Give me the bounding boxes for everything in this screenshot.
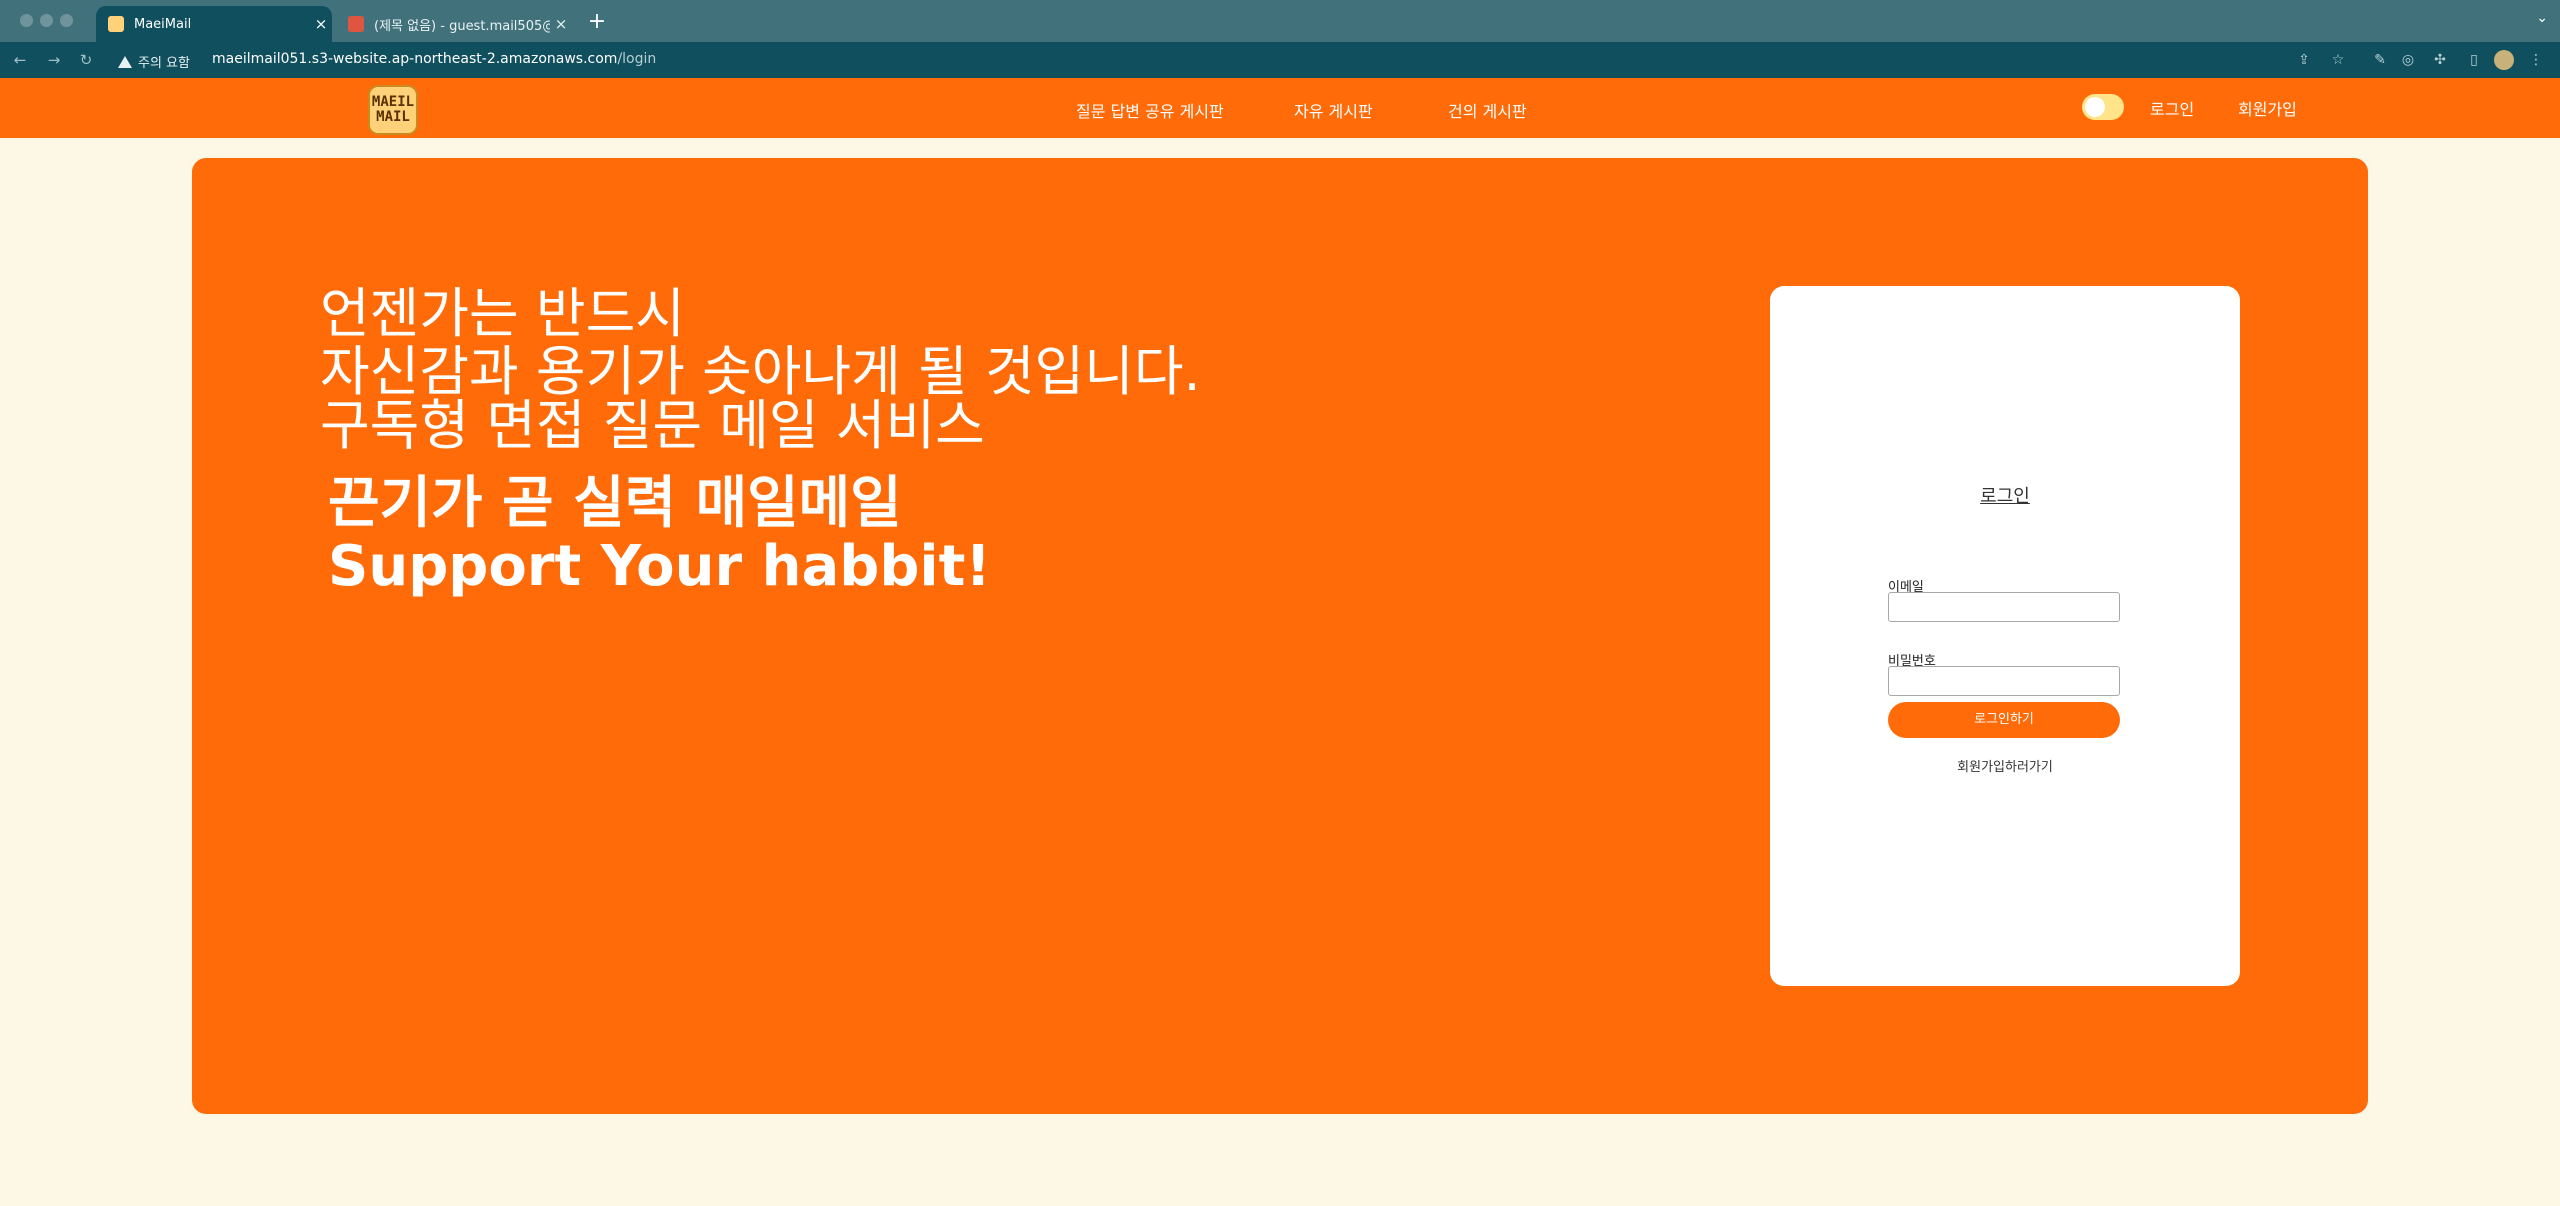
browser-menu-icon[interactable]: ⋮ <box>2526 50 2546 70</box>
site-security-indicator[interactable]: 주의 요함 <box>118 52 190 71</box>
hero-line-3: 구독형 면접 질문 메일 서비스 <box>320 394 985 457</box>
warning-icon <box>118 55 132 68</box>
reload-icon[interactable]: ↻ <box>76 50 96 70</box>
email-field[interactable] <box>1888 592 2120 622</box>
login-submit-button[interactable]: 로그인하기 <box>1888 702 2120 738</box>
bookmark-star-icon[interactable]: ☆ <box>2328 50 2348 70</box>
close-tab-icon[interactable]: × <box>550 15 572 33</box>
close-tab-icon[interactable]: × <box>310 15 332 33</box>
nav-free-board[interactable]: 자유 게시판 <box>1294 98 1373 122</box>
header-signup-link[interactable]: 회원가입 <box>2238 96 2297 120</box>
hero-line-2: 자신감과 용기가 솟아나게 될 것입니다. <box>320 340 1201 403</box>
maeilmail-favicon-icon <box>108 16 124 32</box>
back-arrow-icon[interactable]: ← <box>10 50 30 70</box>
logo-text-top: MAEIL <box>371 94 415 110</box>
hero-line-1: 언젠가는 반드시 <box>320 282 685 345</box>
gmail-favicon-icon <box>348 16 364 32</box>
browser-tab-gmail[interactable]: (제목 없음) - guest.mail505@gm × <box>336 6 572 42</box>
browser-tab-maeilmail[interactable]: MaeiMail × <box>96 6 332 42</box>
minimize-window-dot[interactable] <box>40 14 53 27</box>
maeilmail-logo[interactable]: MAEIL MAIL <box>368 85 418 135</box>
close-window-dot[interactable] <box>20 14 33 27</box>
new-tab-icon[interactable]: + <box>584 9 610 35</box>
hero-brand-text: 끈기가 곧 실력 매일메일 <box>328 471 902 536</box>
tab-title: (제목 없음) - guest.mail505@gm <box>374 18 550 34</box>
url-field[interactable]: maeilmail051.s3-website.ap-northeast-2.a… <box>212 51 656 67</box>
toggle-knob <box>2085 97 2105 117</box>
site-header: MAEIL MAIL 질문 답변 공유 게시판 자유 게시판 건의 게시판 로그… <box>0 78 2560 138</box>
extension-pen-icon[interactable]: ✎ <box>2370 50 2390 70</box>
extensions-puzzle-icon[interactable]: ✣ <box>2430 50 2450 70</box>
go-to-signup-link[interactable]: 회원가입하러가기 <box>1770 756 2240 775</box>
profile-avatar[interactable] <box>2494 50 2514 70</box>
tab-list-chevron-icon[interactable]: ⌄ <box>2536 10 2548 26</box>
maximize-window-dot[interactable] <box>60 14 73 27</box>
hero-slogan: Support Your habbit! <box>328 534 991 599</box>
share-icon[interactable]: ⇪ <box>2294 50 2314 70</box>
theme-toggle[interactable] <box>2082 94 2124 120</box>
url-path: /login <box>617 51 657 67</box>
password-field[interactable] <box>1888 666 2120 696</box>
url-host: maeilmail051.s3-website.ap-northeast-2.a… <box>212 51 618 67</box>
security-label: 주의 요함 <box>138 56 190 71</box>
login-title: 로그인 <box>1980 486 2030 507</box>
logo-text-bottom: MAIL <box>376 109 410 125</box>
tab-title: MaeiMail <box>134 16 192 32</box>
browser-address-bar: ← → ↻ 주의 요함 maeilmail051.s3-website.ap-n… <box>0 42 2560 78</box>
nav-qa-board[interactable]: 질문 답변 공유 게시판 <box>1076 98 1224 122</box>
browser-tab-bar: MaeiMail × (제목 없음) - guest.mail505@gm × … <box>0 0 2560 42</box>
nav-suggestion-board[interactable]: 건의 게시판 <box>1448 98 1527 122</box>
header-login-link[interactable]: 로그인 <box>2150 96 2194 120</box>
side-panel-icon[interactable]: ▯ <box>2464 50 2484 70</box>
forward-arrow-icon[interactable]: → <box>44 50 64 70</box>
login-card: 로그인 이메일 비밀번호 로그인하기 회원가입하러가기 <box>1770 286 2240 986</box>
hero-section: 언젠가는 반드시 자신감과 용기가 솟아나게 될 것입니다. 구독형 면접 질문… <box>192 158 2368 1114</box>
extension-compass-icon[interactable]: ◎ <box>2398 50 2418 70</box>
